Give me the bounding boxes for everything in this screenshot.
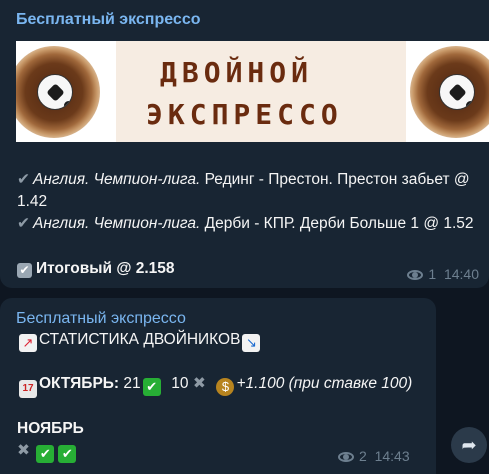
football-icon bbox=[439, 74, 475, 110]
banner-title-line-2: ЭКСПРЕССО bbox=[146, 98, 343, 131]
october-stats-line: 17 ОКТЯБРЬ: 21 ✔ 10 ✖ $ +1.100 (при ставке … bbox=[17, 374, 412, 398]
view-count: 1 bbox=[428, 266, 437, 282]
green-check-icon: ✔ bbox=[58, 445, 77, 463]
calendar-icon: 17 bbox=[19, 380, 37, 398]
coffee-cup-right-icon bbox=[410, 46, 489, 138]
banner-title-line-1: ДВОЙНОЙ bbox=[160, 56, 314, 89]
october-profit: +1.100 (при ставке 100) bbox=[236, 375, 413, 392]
message-sender[interactable]: Бесплатный экспрессо bbox=[16, 310, 186, 328]
checkmark-icon: ✔ bbox=[17, 215, 30, 232]
eye-icon bbox=[338, 452, 354, 462]
chart-increasing-icon: ↗ bbox=[19, 334, 37, 352]
money-bag-icon: $ bbox=[216, 378, 235, 396]
coffee-cup-left-icon bbox=[16, 46, 100, 138]
stats-title: СТАТИСТИКА ДВОЙНИКОВ bbox=[39, 331, 241, 348]
green-check-icon: ✔ bbox=[36, 445, 55, 463]
stats-title-line: ↗ СТАТИСТИКА ДВОЙНИКОВ ↘ bbox=[17, 331, 262, 352]
chart-decreasing-icon: ↘ bbox=[242, 334, 261, 352]
bet-text: Дерби - КПР. Дерби Больше 1 @ 1.52 bbox=[200, 215, 474, 232]
view-count: 2 bbox=[359, 448, 367, 464]
october-label: ОКТЯБРЬ: bbox=[39, 375, 120, 392]
message-meta: 2 14:43 bbox=[338, 448, 410, 464]
october-wins: 21 bbox=[123, 375, 141, 392]
october-losses: 10 bbox=[171, 375, 189, 392]
league-label: Англия. Чемпион-лига. bbox=[33, 171, 201, 188]
check-box-icon: ✔ bbox=[17, 263, 32, 278]
total-odds: Итоговый @ 2.158 bbox=[36, 260, 175, 277]
league-label: Англия. Чемпион-лига. bbox=[33, 215, 201, 232]
football-icon bbox=[37, 74, 73, 110]
total-odds-line: ✔ Итоговый @ 2.158 bbox=[17, 258, 175, 280]
green-check-icon: ✔ bbox=[142, 378, 161, 396]
bet-line-1: ✔ Англия. Чемпион-лига. Рединг - Престон.… bbox=[17, 169, 477, 213]
share-arrow-icon[interactable]: ➦ bbox=[451, 427, 487, 463]
november-label: НОЯБРЬ bbox=[17, 420, 84, 437]
cross-mark-icon: ✖ bbox=[17, 442, 30, 459]
bet-line-2: ✔ Англия. Чемпион-лига. Дерби - КПР. Дерб… bbox=[17, 213, 477, 235]
message-sender[interactable]: Бесплатный экспрессо bbox=[16, 11, 200, 29]
november-results: ✖ ✔ ✔ bbox=[17, 441, 78, 463]
message-meta: 1 14:40 bbox=[407, 266, 479, 282]
checkmark-icon: ✔ bbox=[17, 171, 30, 188]
eye-icon bbox=[407, 270, 424, 280]
message-time: 14:43 bbox=[374, 448, 410, 464]
message-time: 14:40 bbox=[443, 266, 479, 282]
cross-mark-icon: ✖ bbox=[192, 375, 206, 392]
